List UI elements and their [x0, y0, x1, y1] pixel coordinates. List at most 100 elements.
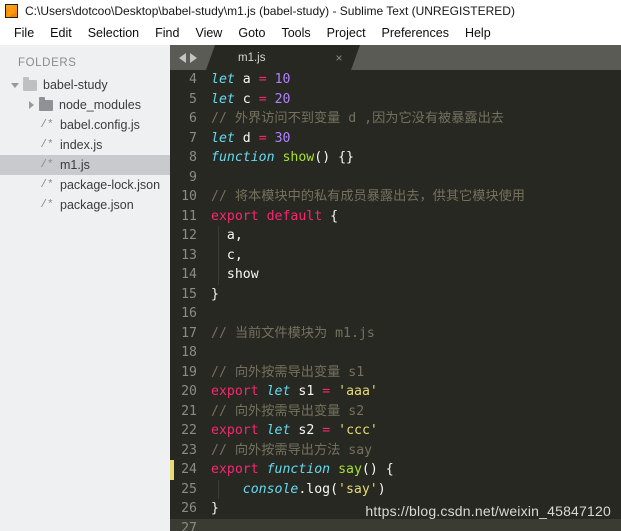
code-editor[interactable]: 4 let a = 10 5 let c = 20 6 // 外界访问不到变量 d ,因为…: [170, 70, 621, 531]
sidebar-item-label: package-lock.json: [60, 178, 161, 192]
arrow-left-icon[interactable]: [179, 52, 186, 63]
token: export: [211, 384, 259, 399]
token: .log(: [298, 481, 339, 497]
sidebar-tree-list: babel-study node_modules /* babel.config.js…: [0, 75, 170, 215]
token: // 外界访问不到变量 d ,因为它没有被暴露出去: [211, 111, 504, 126]
sidebar-item-package-json[interactable]: /* package.json: [0, 195, 170, 215]
menu-bar: File Edit Selection Find View Goto Tools Projec…: [0, 21, 621, 45]
indent-guide: [218, 245, 219, 265]
line-number: 22: [181, 423, 197, 438]
token: function: [266, 462, 331, 477]
editor-pane: m1.js × 4 let a = 10 5 let c = 20 6 // 外界访问不到…: [170, 45, 621, 531]
token: let: [266, 384, 291, 399]
sidebar-item-babel-study[interactable]: babel-study: [0, 75, 170, 95]
token: c: [242, 91, 251, 107]
tab-nav-arrows[interactable]: [170, 45, 206, 70]
menu-item-view[interactable]: View: [187, 24, 230, 42]
title-bar: S C:\Users\dotcoo\Desktop\babel-study\m1…: [0, 0, 621, 21]
line-text: export function say() {: [206, 460, 621, 480]
menu-item-selection[interactable]: Selection: [80, 24, 147, 42]
menu-item-file[interactable]: File: [6, 24, 42, 42]
menu-item-goto[interactable]: Goto: [230, 24, 273, 42]
line-number: 20: [181, 384, 197, 399]
code-line-22[interactable]: 22 export let s2 = 'ccc': [170, 421, 621, 441]
code-line-13[interactable]: 13 c,: [170, 245, 621, 265]
sidebar-item-label: package.json: [60, 198, 134, 212]
token: show: [282, 150, 315, 165]
gutter-marker: [170, 460, 174, 480]
token: // 当前文件模块为 m1.js: [211, 325, 375, 341]
token: // 将本模块中的私有成员暴露出去，供其它模块使用: [211, 189, 525, 204]
line-number: 8: [189, 150, 197, 165]
code-line-27[interactable]: 27: [170, 518, 621, 531]
code-line-12[interactable]: 12 a,: [170, 226, 621, 246]
token: // 向外按需导出方法 say: [211, 442, 373, 458]
code-line-6[interactable]: 6 // 外界访问不到变量 d ,因为它没有被暴露出去: [170, 109, 621, 129]
code-line-7[interactable]: 7 let d = 30: [170, 129, 621, 149]
code-line-15[interactable]: 15}: [170, 285, 621, 305]
sidebar-header-folders: FOLDERS: [18, 57, 77, 69]
menu-item-edit[interactable]: Edit: [42, 24, 80, 42]
code-line-25[interactable]: 25 console.log('say'): [170, 479, 621, 499]
sidebar-item-babel-config-js[interactable]: /* babel.config.js: [0, 115, 170, 135]
sidebar-item-m1-js[interactable]: /* m1.js: [0, 155, 170, 175]
code-line-11[interactable]: 11 export default {: [170, 207, 621, 227]
line-text: export let s1 = 'aaa': [206, 382, 621, 402]
close-icon[interactable]: ×: [330, 52, 348, 64]
sidebar-item-node_modules[interactable]: node_modules: [0, 95, 170, 115]
code-line-24[interactable]: 24 export function say() {: [170, 460, 621, 480]
token: let: [266, 423, 291, 438]
token: a: [242, 72, 251, 87]
line-text: // 向外按需导出变量 s2: [206, 402, 621, 422]
tab-m1-js[interactable]: m1.js ×: [206, 45, 360, 70]
code-line-23[interactable]: 23 // 向外按需导出方法 say: [170, 441, 621, 461]
code-line-5[interactable]: 5 let c = 20: [170, 90, 621, 110]
menu-item-find[interactable]: Find: [147, 24, 187, 42]
line-number: 10: [181, 189, 197, 204]
token: 30: [274, 130, 291, 146]
token: s1: [298, 384, 315, 399]
code-line-20[interactable]: 20 export let s1 = 'aaa': [170, 382, 621, 402]
token: () {: [361, 462, 394, 477]
sidebar-file-tree[interactable]: FOLDERS babel-study node_modules /* babel.c…: [0, 45, 170, 531]
line-number: 26: [181, 501, 197, 516]
line-text: let c = 20: [206, 90, 621, 110]
chevron-right-icon[interactable]: [26, 100, 36, 110]
code-line-19[interactable]: 19 // 向外按需导出变量 s1: [170, 363, 621, 383]
token: let: [211, 91, 235, 107]
code-line-21[interactable]: 21 // 向外按需导出变量 s2: [170, 402, 621, 422]
line-number: 24: [181, 462, 197, 477]
line-text: let a = 10: [206, 70, 621, 90]
sidebar-item-index-js[interactable]: /* index.js: [0, 135, 170, 155]
line-text: export let s2 = 'ccc': [206, 421, 621, 441]
code-line-26[interactable]: 26}: [170, 499, 621, 519]
code-line-14[interactable]: 14 show: [170, 265, 621, 285]
token: () {}: [314, 150, 354, 165]
code-line-4[interactable]: 4 let a = 10: [170, 70, 621, 90]
token: say: [338, 462, 362, 477]
line-text: // 当前文件模块为 m1.js: [206, 324, 621, 344]
chevron-down-icon[interactable]: [10, 80, 20, 90]
code-line-17[interactable]: 17 // 当前文件模块为 m1.js: [170, 324, 621, 344]
menu-item-project[interactable]: Project: [319, 24, 374, 42]
line-number: 21: [181, 403, 197, 419]
code-line-8[interactable]: 8 function show() {}: [170, 148, 621, 168]
menu-item-preferences[interactable]: Preferences: [374, 24, 457, 42]
code-line-9[interactable]: 9: [170, 168, 621, 188]
line-text: [206, 518, 621, 531]
arrow-right-icon[interactable]: [190, 52, 197, 63]
code-line-16[interactable]: 16: [170, 304, 621, 324]
line-number: 23: [181, 442, 197, 458]
sidebar-item-label: babel-study: [43, 78, 108, 92]
code-line-18[interactable]: 18: [170, 343, 621, 363]
menu-item-tools[interactable]: Tools: [273, 24, 318, 42]
menu-item-help[interactable]: Help: [457, 24, 499, 42]
sidebar-item-package-lock-json[interactable]: /* package-lock.json: [0, 175, 170, 195]
code-line-10[interactable]: 10 // 将本模块中的私有成员暴露出去，供其它模块使用: [170, 187, 621, 207]
